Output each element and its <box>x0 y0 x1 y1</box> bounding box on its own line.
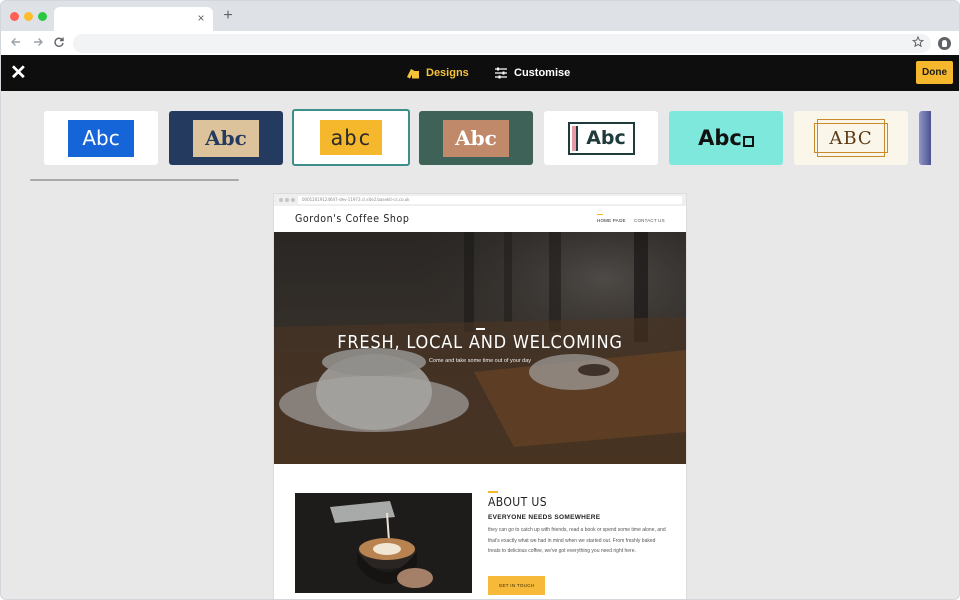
hero-subtitle: Come and take some time out of your day <box>428 358 532 364</box>
arrow-right-icon[interactable] <box>31 36 45 50</box>
preview-dot <box>291 198 295 202</box>
profile-icon[interactable] <box>938 37 951 50</box>
preview-browser-bar: 00012019124647-dev-11973.cl.site2.baseki… <box>274 194 686 206</box>
preview-dot <box>285 198 289 202</box>
strip-scrollbar[interactable] <box>30 179 239 181</box>
design-card-7[interactable]: ABC <box>794 111 908 165</box>
nav-contact-link[interactable]: CONTACT US <box>634 218 665 223</box>
tab-bar: × + <box>1 1 959 31</box>
close-icon[interactable]: ✕ <box>10 63 27 83</box>
hero-accent-line <box>476 328 485 330</box>
tab-close-icon[interactable]: × <box>195 12 207 24</box>
reload-icon[interactable] <box>52 36 66 50</box>
design-card-8[interactable] <box>919 111 931 165</box>
design-card-5[interactable]: Abc <box>544 111 658 165</box>
design-card-sample-text: Abc <box>205 126 247 150</box>
design-card-1[interactable]: Abc <box>44 111 158 165</box>
arrow-left-icon[interactable] <box>9 36 23 50</box>
square-icon <box>742 135 754 147</box>
latte-art-photo <box>295 493 472 593</box>
new-tab-button[interactable]: + <box>221 8 235 24</box>
about-body: they can go to catch up with friends, re… <box>488 527 666 554</box>
paint-swatch-icon <box>407 69 419 79</box>
design-card-sample-text: Abc <box>82 126 120 150</box>
preview-header: Gordon's Coffee Shop HOME PAGE CONTACT U… <box>274 206 686 232</box>
design-card-4[interactable]: Abc <box>419 111 533 165</box>
browser-tab[interactable]: × <box>54 7 213 31</box>
address-bar[interactable] <box>73 34 931 53</box>
design-card-sample-text: Abc <box>455 126 497 150</box>
design-card-sample-text: Abc <box>698 126 742 150</box>
site-preview: 00012019124647-dev-11973.cl.site2.baseki… <box>274 194 686 599</box>
minimize-window-button[interactable] <box>24 12 33 21</box>
nav-active-indicator <box>597 214 603 215</box>
browser-toolbar <box>1 31 959 55</box>
star-icon[interactable] <box>911 35 925 50</box>
browser-window: × + ✕ Designs Customise Done Abc Abc abc… <box>0 0 960 600</box>
about-subtitle: EVERYONE NEEDS SOMEWHERE <box>488 514 601 521</box>
preview-dot <box>279 198 283 202</box>
hero-section: FRESH, LOCAL AND WELCOMING Come and take… <box>274 232 686 464</box>
design-card-sample-text: Abc <box>586 127 626 149</box>
about-section: ABOUT US EVERYONE NEEDS SOMEWHERE they c… <box>274 464 686 599</box>
design-strip: Abc Abc abc Abc Abc Abc ABC <box>1 91 959 191</box>
done-button[interactable]: Done <box>916 61 953 84</box>
design-card-3[interactable]: abc <box>292 109 410 166</box>
design-card-sample-text: ABC <box>829 127 873 149</box>
get-in-touch-button[interactable]: GET IN TOUCH <box>488 576 545 595</box>
hero-title: FRESH, LOCAL AND WELCOMING <box>337 332 623 353</box>
site-logo[interactable]: Gordon's Coffee Shop <box>295 213 410 225</box>
customise-tab-label: Customise <box>514 67 571 79</box>
editor-header: ✕ Designs Customise Done <box>1 55 959 91</box>
design-card-2[interactable]: Abc <box>169 111 283 165</box>
preview-url: 00012019124647-dev-11973.cl.site2.baseki… <box>298 196 682 204</box>
maximize-window-button[interactable] <box>38 12 47 21</box>
close-window-button[interactable] <box>10 12 19 21</box>
card-accent-bar <box>571 125 578 151</box>
design-card-6[interactable]: Abc <box>669 111 783 165</box>
customise-tab[interactable]: Customise <box>494 64 570 82</box>
designs-tab[interactable]: Designs <box>406 64 469 82</box>
sliders-icon <box>495 67 507 79</box>
nav-home-link[interactable]: HOME PAGE <box>597 218 626 223</box>
designs-tab-label: Designs <box>426 67 469 79</box>
about-accent-line <box>488 491 498 493</box>
about-title: ABOUT US <box>488 495 547 509</box>
design-card-sample-text: abc <box>330 125 372 150</box>
